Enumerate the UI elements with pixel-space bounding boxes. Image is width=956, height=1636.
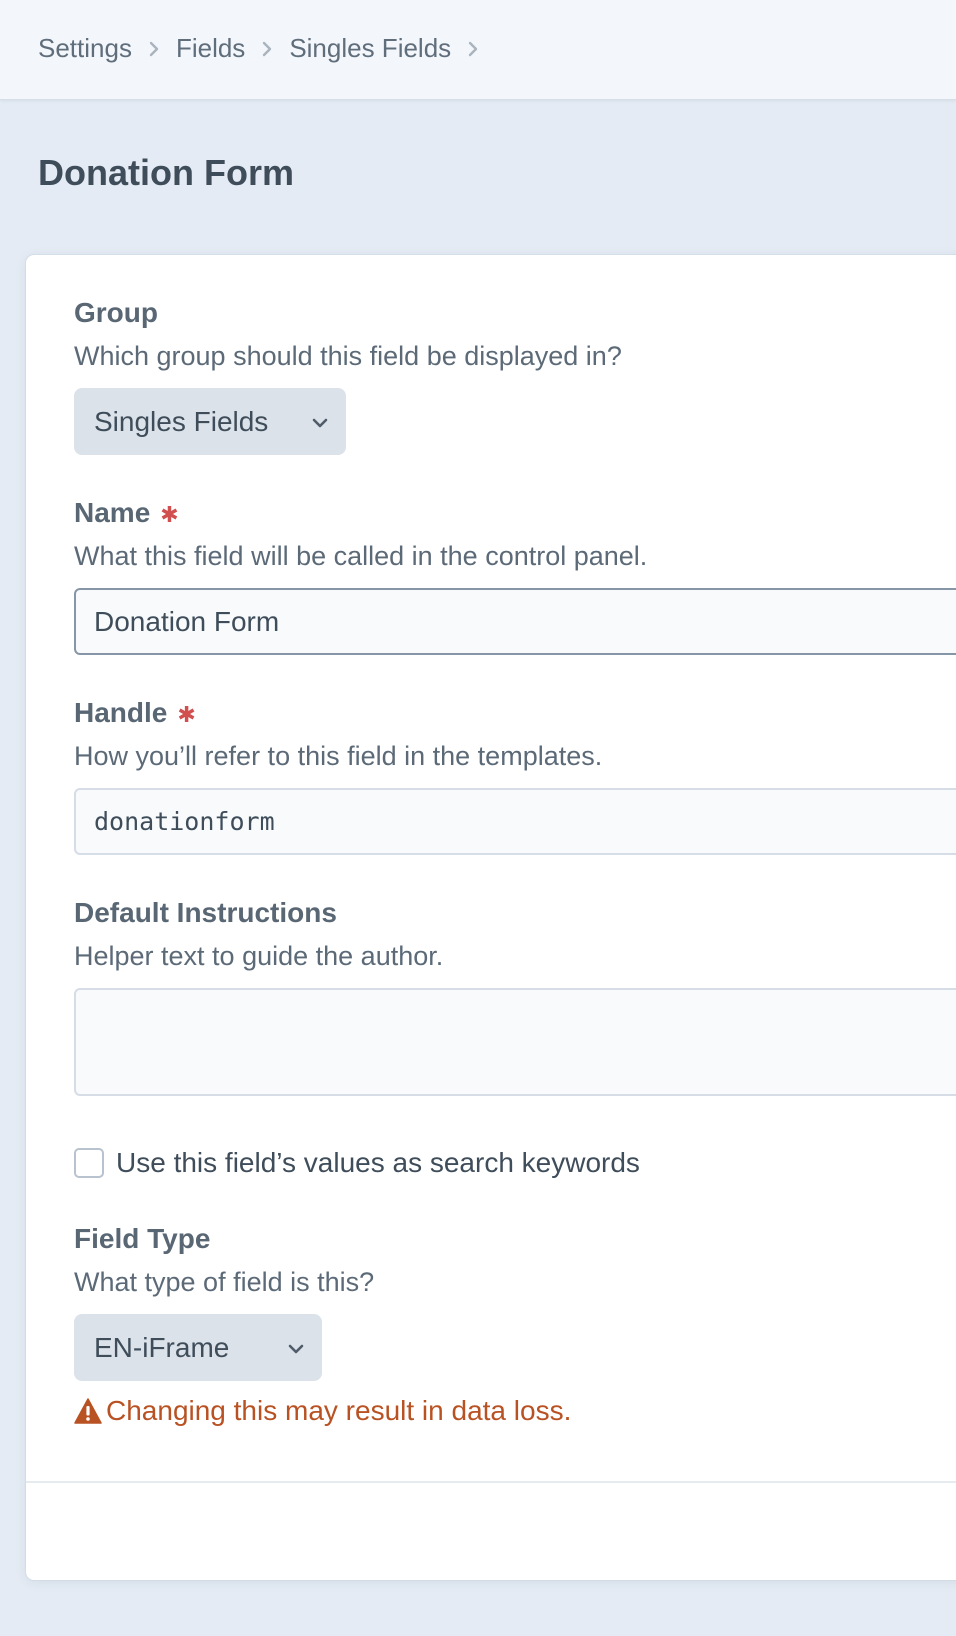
field-type-label-text: Field Type bbox=[74, 1223, 211, 1254]
search-keywords-label[interactable]: Use this field’s values as search keywor… bbox=[116, 1147, 640, 1179]
breadcrumb: Settings Fields Singles Fields bbox=[38, 33, 495, 64]
field-type-select[interactable]: EN-iFrame bbox=[74, 1314, 322, 1381]
chevron-down-icon bbox=[308, 410, 332, 434]
handle-input-value: donationform bbox=[94, 807, 275, 836]
name-input[interactable]: Donation Form bbox=[74, 588, 956, 655]
group-help: Which group should this field be display… bbox=[74, 341, 622, 371]
instructions-help: Helper text to guide the author. bbox=[74, 941, 444, 971]
page-title: Donation Form bbox=[38, 152, 294, 193]
data-loss-warning: Changing this may result in data loss. bbox=[74, 1395, 571, 1427]
chevron-right-icon[interactable] bbox=[461, 37, 485, 61]
field-type-help: What type of field is this? bbox=[74, 1267, 375, 1297]
instructions-label: Default Instructions bbox=[74, 897, 337, 929]
field-settings-card: Group Which group should this field be d… bbox=[26, 255, 956, 1580]
search-keywords-option[interactable]: Use this field’s values as search keywor… bbox=[74, 1147, 640, 1179]
name-label-text: Name bbox=[74, 497, 151, 528]
required-icon: ✱ bbox=[177, 702, 196, 727]
group-select[interactable]: Singles Fields bbox=[74, 388, 346, 455]
card-footer bbox=[26, 1483, 956, 1580]
name-label: Name ✱ bbox=[74, 497, 179, 529]
name-input-value: Donation Form bbox=[94, 605, 280, 637]
search-keywords-checkbox[interactable] bbox=[74, 1148, 104, 1178]
breadcrumb-settings[interactable]: Settings bbox=[38, 33, 132, 64]
group-label-text: Group bbox=[74, 297, 158, 328]
handle-input[interactable]: donationform bbox=[74, 788, 956, 855]
chevron-down-icon bbox=[284, 1336, 308, 1360]
instructions-textarea[interactable] bbox=[74, 988, 956, 1096]
chevron-right-icon bbox=[142, 37, 166, 61]
required-icon: ✱ bbox=[160, 502, 179, 527]
chevron-right-icon bbox=[255, 37, 279, 61]
handle-label: Handle ✱ bbox=[74, 697, 196, 729]
breadcrumb-singles-fields[interactable]: Singles Fields bbox=[289, 33, 451, 64]
top-bar: Settings Fields Singles Fields bbox=[0, 0, 956, 100]
field-type-label: Field Type bbox=[74, 1223, 210, 1255]
handle-help: How you’ll refer to this field in the te… bbox=[74, 741, 603, 771]
instructions-label-text: Default Instructions bbox=[74, 897, 337, 928]
field-type-select-value: EN-iFrame bbox=[94, 1331, 230, 1363]
name-help: What this field will be called in the co… bbox=[74, 541, 648, 571]
alert-triangle-icon bbox=[74, 1398, 102, 1424]
warning-text: Changing this may result in data loss. bbox=[106, 1395, 572, 1426]
group-label: Group bbox=[74, 297, 158, 329]
breadcrumb-fields[interactable]: Fields bbox=[176, 33, 245, 64]
handle-label-text: Handle bbox=[74, 697, 168, 728]
group-select-value: Singles Fields bbox=[94, 405, 269, 437]
